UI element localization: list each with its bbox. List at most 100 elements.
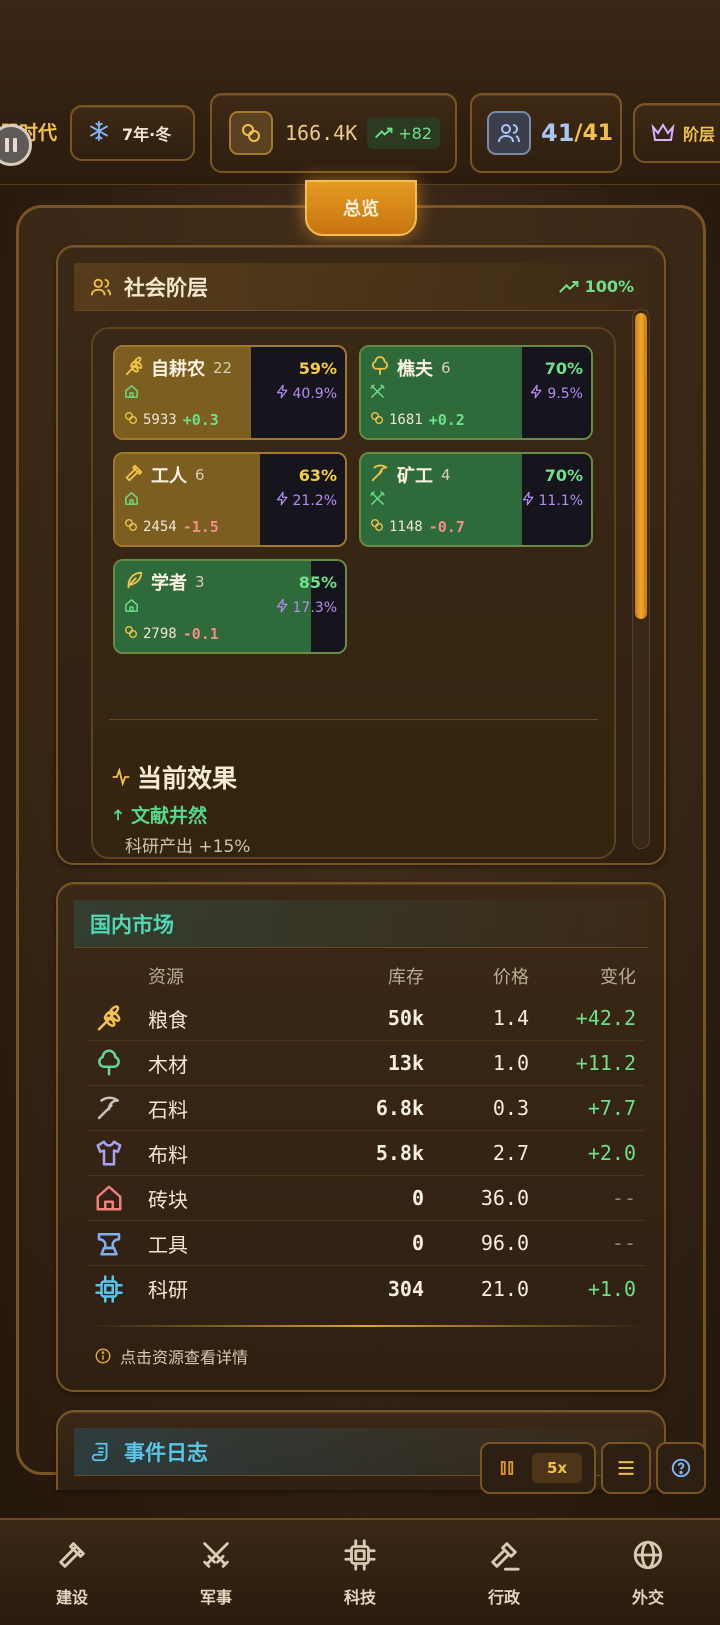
house-icon xyxy=(88,1183,130,1213)
hammer-icon xyxy=(123,462,145,488)
stratum-wealth-delta: +0.3 xyxy=(182,411,219,429)
chip-icon xyxy=(343,1538,377,1576)
social-strata-title: 社会阶层 xyxy=(124,275,208,300)
tools-crossed-icon xyxy=(369,383,386,404)
home-icon xyxy=(123,597,140,618)
nav-item[interactable]: 行政 xyxy=(432,1520,576,1625)
market-row[interactable]: 砖块 0 36.0 -- xyxy=(88,1176,644,1221)
shirt-icon xyxy=(88,1138,130,1168)
stratum-influence-value: 17.3% xyxy=(292,599,337,616)
effects-divider xyxy=(109,719,598,720)
col-change: 变化 xyxy=(600,967,636,988)
stratum-card[interactable]: 学者 3 85% 17.3% 2798 -0.1 xyxy=(113,559,347,654)
stratum-card[interactable]: 樵夫 6 70% 9.5% 1681 +0.2 xyxy=(359,345,593,440)
stratum-card[interactable]: 矿工 4 70% 11.1% 1148 -0.7 xyxy=(359,452,593,547)
globe-icon xyxy=(631,1538,665,1576)
tab-overview[interactable]: 总览 xyxy=(305,180,417,236)
gold-display[interactable]: 166.4K +82 xyxy=(210,93,457,173)
crown-icon xyxy=(651,123,675,141)
nav-item[interactable]: 军事 xyxy=(144,1520,288,1625)
stratum-approval: 63% xyxy=(298,465,337,485)
market-row[interactable]: 工具 0 96.0 -- xyxy=(88,1221,644,1266)
stratum-wealth: 5933 xyxy=(143,412,177,428)
season-badge[interactable]: 7年·冬 xyxy=(70,105,195,161)
nav-label: 军事 xyxy=(199,1587,232,1607)
resource-change: +1.0 xyxy=(587,1276,636,1301)
resource-stock: 0 xyxy=(411,1231,424,1255)
market-row[interactable]: 石料 6.8k 0.3 +7.7 xyxy=(88,1086,644,1131)
resource-price: 1.0 xyxy=(492,1051,529,1075)
market-row[interactable]: 粮食 50k 1.4 +42.2 xyxy=(88,996,644,1041)
gold-delta-value: +82 xyxy=(398,123,433,143)
strata-button[interactable]: 阶层 xyxy=(633,103,720,163)
stratum-wealth: 2454 xyxy=(143,519,177,535)
info-icon xyxy=(95,1348,111,1364)
nav-item[interactable]: 外交 xyxy=(576,1520,720,1625)
stratum-wealth: 1148 xyxy=(389,519,423,535)
scrollbar-thumb[interactable] xyxy=(635,313,647,619)
coins-icon xyxy=(369,410,385,430)
season-text: 7年·冬 xyxy=(122,125,172,144)
effects-header: 当前效果 xyxy=(111,759,237,795)
stratum-approval: 70% xyxy=(544,465,583,485)
stratum-count: 6 xyxy=(441,359,451,377)
effect-name-text: 文献井然 xyxy=(131,805,208,827)
effects-title: 当前效果 xyxy=(137,764,238,793)
market-row[interactable]: 木材 13k 1.0 +11.2 xyxy=(88,1041,644,1086)
resource-change: -- xyxy=(611,1231,636,1255)
nav-label: 建设 xyxy=(55,1587,88,1607)
tools-crossed-icon xyxy=(369,490,386,511)
gold-value: 166.4K xyxy=(285,121,358,145)
menu-button[interactable] xyxy=(601,1442,651,1494)
stratum-card[interactable]: 自耕农 22 59% 40.9% 5933 +0.3 xyxy=(113,345,347,440)
feather-icon xyxy=(123,569,145,595)
scroll-icon xyxy=(91,1442,108,1461)
strata-grid-panel: 自耕农 22 59% 40.9% 5933 +0.3 樵夫 6 70% 9.5%… xyxy=(91,327,616,859)
pause-button[interactable] xyxy=(490,1453,524,1483)
resource-change: +2.0 xyxy=(587,1141,636,1165)
pulse-icon xyxy=(112,767,130,787)
stratum-name: 矿工 xyxy=(397,466,433,487)
effect-description: 科研产出 +15% xyxy=(125,837,251,857)
resource-price: 2.7 xyxy=(492,1141,529,1165)
gavel-icon xyxy=(487,1538,521,1576)
market-divider xyxy=(88,1325,644,1327)
resource-price: 96.0 xyxy=(480,1231,529,1255)
swords-icon xyxy=(199,1538,233,1576)
stratum-card[interactable]: 工人 6 63% 21.2% 2454 -1.5 xyxy=(113,452,347,547)
social-approval-value: 100% xyxy=(584,277,634,296)
stratum-approval: 70% xyxy=(544,358,583,378)
speed-button[interactable]: 5x xyxy=(532,1453,582,1483)
population-value: 41 xyxy=(541,119,575,147)
stratum-wealth-delta: -0.7 xyxy=(428,518,465,536)
nav-item[interactable]: 建设 xyxy=(0,1520,144,1625)
social-strata-header: 社会阶层 100% xyxy=(74,263,648,311)
stratum-influence-value: 21.2% xyxy=(292,492,337,509)
resource-stock: 6.8k xyxy=(375,1096,424,1120)
stratum-wealth-delta: -0.1 xyxy=(182,625,219,643)
nav-item[interactable]: 科技 xyxy=(288,1520,432,1625)
stratum-influence: 40.9% xyxy=(275,384,337,403)
stratum-count: 4 xyxy=(441,466,451,484)
trend-up-icon xyxy=(558,280,578,293)
market-row[interactable]: 布料 5.8k 2.7 +2.0 xyxy=(88,1131,644,1176)
users-icon xyxy=(487,111,531,155)
resource-change: +11.2 xyxy=(575,1051,636,1075)
chip-icon xyxy=(88,1274,130,1304)
stratum-influence: 9.5% xyxy=(529,384,583,403)
stratum-approval: 59% xyxy=(298,358,337,378)
help-button[interactable] xyxy=(656,1442,706,1494)
stratum-influence: 17.3% xyxy=(275,598,337,617)
col-price: 价格 xyxy=(493,967,529,988)
tree-icon xyxy=(369,355,391,381)
menu-icon xyxy=(618,1461,634,1475)
population-display[interactable]: 41 /41 xyxy=(470,93,622,173)
stratum-name: 工人 xyxy=(151,466,187,487)
stratum-name: 自耕农 xyxy=(151,359,205,380)
coins-icon xyxy=(123,517,139,537)
strata-scrollbar[interactable] xyxy=(632,309,650,849)
market-table: 资源 库存 价格 变化 粮食 50k 1.4 +42.2 木材 13k 1.0 … xyxy=(88,956,644,1311)
pickaxe-icon xyxy=(88,1093,130,1123)
market-row[interactable]: 科研 304 21.0 +1.0 xyxy=(88,1266,644,1311)
market-hint-text: 点击资源查看详情 xyxy=(120,1348,249,1367)
